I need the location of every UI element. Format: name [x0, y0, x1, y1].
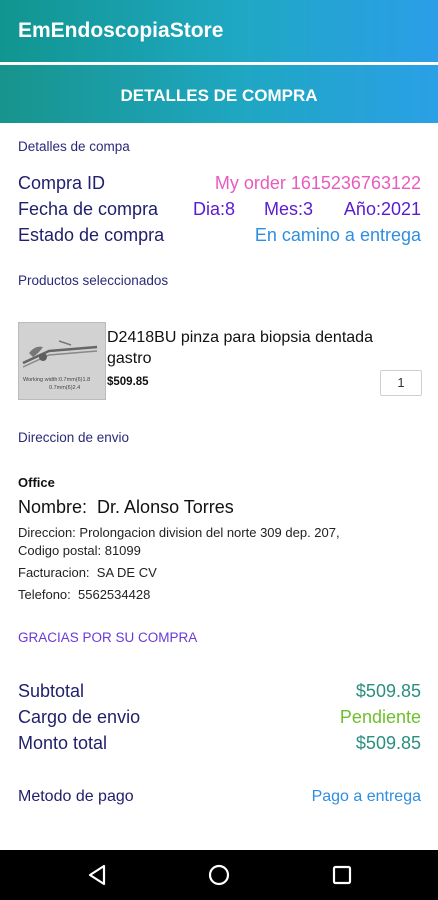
fecha-dia: Dia:8 — [193, 199, 236, 219]
compra-id-value: My order 1615236763122 — [214, 173, 421, 193]
page-header: DETALLES DE COMPRA — [0, 65, 438, 123]
details-section-label: Detalles de compa — [18, 139, 130, 154]
shipping-cost-value: Pendiente — [339, 707, 421, 727]
system-nav-bar — [0, 850, 438, 900]
product-image: Working width:0.7mm(6)1.8 0.7mm(6)2.4 — [18, 322, 106, 400]
total-label: Monto total — [18, 733, 108, 753]
shipping-section-label: Direccion de envio — [18, 430, 130, 445]
shipping-billing-row: Facturacion: SA DE CV — [18, 565, 157, 580]
payment-method-value: Pago a entrega — [311, 788, 421, 805]
shipping-place: Office — [18, 475, 55, 490]
page-title: DETALLES DE COMPRA — [120, 86, 318, 105]
product-name-line2: gastro — [107, 350, 152, 367]
products-section-label: Productos seleccionados — [18, 273, 169, 288]
fecha-mes: Mes:3 — [264, 199, 314, 219]
payment-method-label: Metodo de pago — [18, 788, 134, 805]
quantity-field[interactable]: 1 — [380, 370, 422, 396]
billing-value: SA DE CV — [96, 565, 157, 580]
phone-value: 5562534428 — [78, 587, 151, 602]
total-value: $509.85 — [355, 733, 421, 753]
estado-value: En camino a entrega — [254, 225, 421, 245]
billing-label: Facturacion: — [18, 565, 90, 580]
back-triangle-icon[interactable] — [86, 863, 108, 892]
shipping-name-row: Nombre: Dr. Alonso Torres — [18, 497, 234, 518]
shipping-name-value: Dr. Alonso Torres — [97, 497, 234, 517]
biopsy-forceps-image: Working width:0.7mm(6)1.8 0.7mm(6)2.4 — [19, 323, 105, 399]
fecha-label: Fecha de compra — [18, 199, 159, 219]
estado-label: Estado de compra — [18, 225, 165, 245]
shipping-phone-row: Telefono: 5562534428 — [18, 587, 150, 602]
shipping-address-line1: Direccion: Prolongacion division del nor… — [18, 525, 340, 540]
shipping-address-line2: Codigo postal: 81099 — [18, 543, 141, 558]
recents-square-icon[interactable] — [331, 863, 353, 892]
shipping-name-label: Nombre: — [18, 497, 88, 517]
subtotal-label: Subtotal — [18, 681, 85, 701]
app-bar: EmEndoscopiaStore — [0, 0, 438, 62]
product-price: $509.85 — [107, 376, 149, 388]
image-caption-line2: 0.7mm(6)2.4 — [49, 385, 80, 391]
shipping-cost-label: Cargo de envio — [18, 707, 141, 727]
app-title: EmEndoscopiaStore — [18, 19, 224, 42]
image-caption-line1: Working width:0.7mm(6)1.8 — [23, 377, 90, 383]
fecha-anio: Año:2021 — [343, 199, 421, 219]
subtotal-value: $509.85 — [355, 681, 421, 701]
phone-label: Telefono: — [18, 587, 71, 602]
product-name-line1: D2418BU pinza para biopsia dentada — [107, 329, 373, 346]
compra-id-label: Compra ID — [18, 173, 106, 193]
thanks-message: GRACIAS POR SU COMPRA — [18, 630, 198, 645]
home-circle-icon[interactable] — [207, 863, 231, 892]
